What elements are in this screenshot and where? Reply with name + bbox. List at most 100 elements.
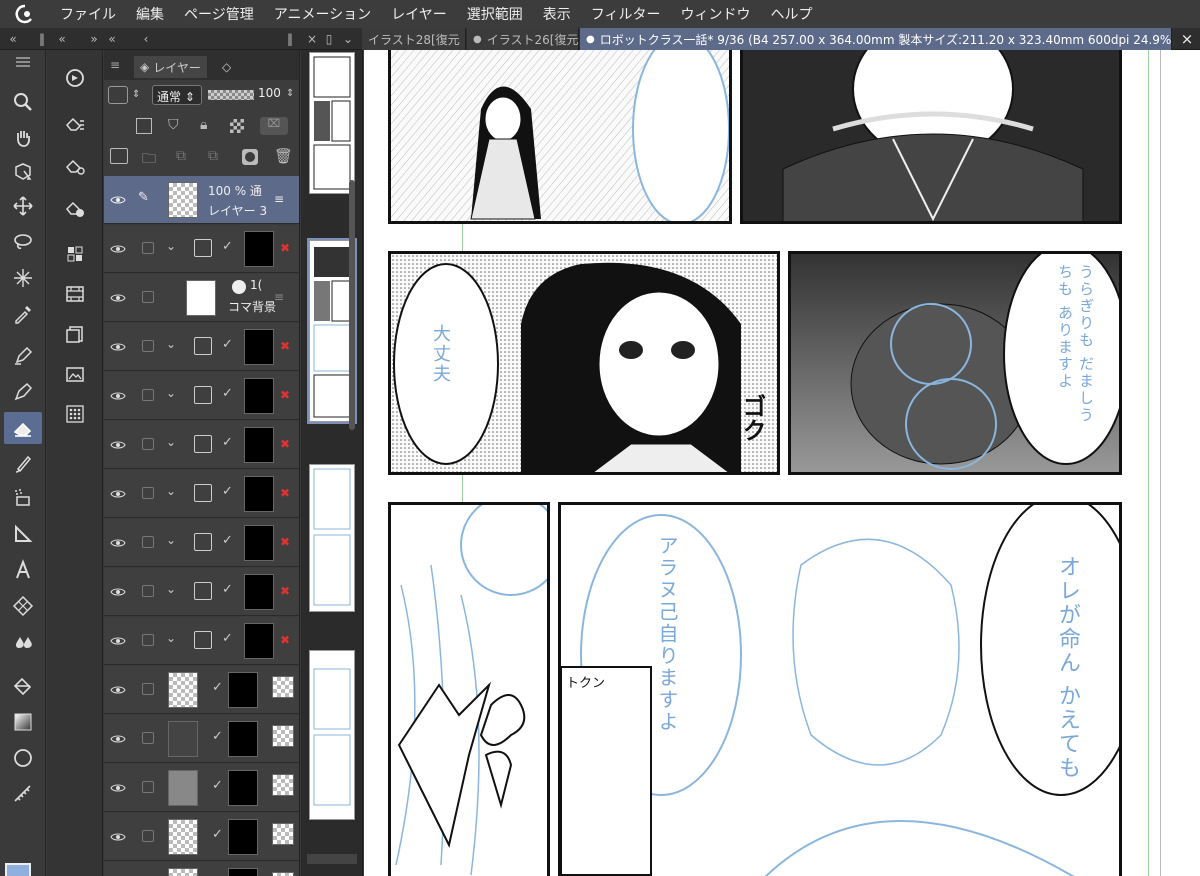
menu-help[interactable]: ヘルプ (761, 4, 823, 24)
opacity-slider[interactable] (208, 90, 254, 100)
layer-row-frame-folder[interactable]: ⌄ ✓ ✖ (104, 568, 299, 616)
eye-icon[interactable] (110, 290, 126, 306)
collapse-left-icon[interactable]: « (2, 28, 24, 50)
panel-grip-icon[interactable]: ‖ (282, 28, 298, 50)
layer-menu-icon[interactable]: ≡ (274, 192, 284, 206)
text-tool-icon[interactable] (4, 554, 42, 586)
layer-row-frame-folder[interactable]: ⌄ ✓ ✖ (104, 470, 299, 518)
menu-file[interactable]: ファイル (50, 4, 126, 24)
eraser-size-icon[interactable] (56, 192, 94, 224)
brush-tool-icon[interactable] (4, 448, 42, 480)
layer-checkbox[interactable] (142, 634, 154, 646)
page-thumbnail[interactable] (309, 52, 355, 194)
lasso-tool-icon[interactable] (4, 226, 42, 258)
pen-tool-icon[interactable] (4, 340, 42, 372)
figure-tool-icon[interactable] (4, 518, 42, 550)
expand-right-icon[interactable]: » (86, 28, 102, 50)
layer-row-frame-folder[interactable]: ⌄ ✓ ✖ (104, 225, 299, 273)
layer-menu-icon[interactable]: ≡ (274, 290, 284, 304)
thumbnail-size-slider[interactable] (307, 854, 357, 864)
main-color-swatch[interactable] (5, 863, 31, 876)
lock-transparency-icon[interactable] (230, 119, 244, 133)
eye-icon[interactable] (110, 829, 126, 845)
pencil-tool-icon[interactable] (4, 376, 42, 408)
trash-icon[interactable]: 🗑︎ (274, 147, 293, 165)
eye-icon[interactable] (110, 535, 126, 551)
layer-mask-icon[interactable] (242, 149, 258, 165)
menu-page-management[interactable]: ページ管理 (174, 4, 264, 24)
layer-row-tone[interactable] (104, 862, 299, 876)
combine-down-icon[interactable]: ⧉ (208, 148, 218, 164)
lock-icon[interactable]: 🔒︎ (200, 117, 207, 133)
ellipse-tool-icon[interactable] (4, 742, 42, 774)
menu-view[interactable]: 表示 (533, 4, 581, 24)
layer-color-button[interactable] (108, 86, 128, 104)
eraser-settings-icon[interactable] (56, 150, 94, 182)
blend-mode-select[interactable]: 通常 ⇕ (152, 85, 202, 105)
panel-menu-icon[interactable]: ≡ (110, 58, 124, 72)
chevron-down-icon[interactable]: ⌄ (166, 386, 176, 400)
menu-window[interactable]: ウィンドウ (671, 4, 761, 24)
transfer-down-icon[interactable]: ⧉ (176, 148, 186, 164)
tab-layer[interactable]: ◈ レイヤー (134, 56, 207, 78)
layer-checkbox[interactable] (142, 830, 154, 842)
eye-icon[interactable] (110, 241, 126, 257)
layer-row-tone[interactable]: ✓ (104, 666, 299, 714)
layer-row-tone[interactable]: ✓ (104, 813, 299, 861)
gradient-tool-icon[interactable] (4, 706, 42, 738)
eye-icon[interactable] (110, 192, 126, 208)
chevron-down-icon[interactable]: ⌄ (166, 435, 176, 449)
layer-row-layer3[interactable]: ✎ 100 % 通 レイヤー 3 ≡ (104, 176, 299, 224)
close-icon[interactable]: × (304, 28, 320, 50)
layer-checkbox[interactable] (142, 438, 154, 450)
chevron-down-icon[interactable]: ⌄ (166, 582, 176, 596)
mask-toggle-icon[interactable]: ⌧ (260, 117, 288, 135)
menu-layer[interactable]: レイヤー (381, 4, 457, 24)
menu-animation[interactable]: アニメーション (264, 4, 381, 24)
frame-border-tool-icon[interactable] (4, 590, 42, 622)
menu-selection[interactable]: 選択範囲 (457, 4, 533, 24)
page-scrollbar[interactable] (349, 180, 355, 430)
tab-robot-class-ep1[interactable]: ● ロボットクラス一話* 9/36 (B4 257.00 x 364.00mm … (580, 28, 1172, 50)
zoom-tool-icon[interactable] (4, 86, 42, 118)
layer-row-frame-folder[interactable]: ⌄ ✓ ✖ (104, 617, 299, 665)
eye-icon[interactable] (110, 633, 126, 649)
layer-row-frame-bg[interactable]: 1( コマ背景 ≡ (104, 274, 299, 322)
eye-icon[interactable] (110, 780, 126, 796)
auto-select-tool-icon[interactable] (4, 262, 42, 294)
eyedropper-tool-icon[interactable] (4, 298, 42, 330)
chevron-up-down-icon[interactable]: ⇕ (286, 88, 294, 99)
clip-below-icon[interactable] (136, 118, 152, 134)
move-layer-tool-icon[interactable] (4, 190, 42, 222)
layer-row-frame-folder[interactable]: ⌄ ✓ ✖ (104, 421, 299, 469)
layer-checkbox[interactable] (142, 340, 154, 352)
material-icon[interactable] (56, 358, 94, 390)
chevron-down-icon[interactable]: ⌄ (166, 631, 176, 645)
chevron-down-icon[interactable]: ⌄ (166, 239, 176, 253)
layer-checkbox[interactable] (142, 732, 154, 744)
palette-menu-icon[interactable] (4, 52, 42, 72)
blend-tool-icon[interactable] (4, 624, 42, 656)
new-raster-layer-icon[interactable] (110, 148, 128, 164)
opacity-value[interactable]: 100 (258, 86, 281, 100)
page-thumbnail[interactable] (309, 650, 355, 820)
tab-layer-property[interactable]: ◇ (216, 56, 237, 78)
reference-layer-icon[interactable]: ⛉ (168, 117, 179, 133)
chevron-down-icon[interactable]: ⌄ (166, 484, 176, 498)
eraser-tool-icon[interactable] (4, 412, 42, 444)
eye-icon[interactable] (110, 731, 126, 747)
new-folder-icon[interactable]: 🗀︎ (142, 148, 156, 172)
eye-icon[interactable] (110, 584, 126, 600)
chevron-down-icon[interactable]: ⌄ (166, 337, 176, 351)
hand-tool-icon[interactable] (4, 122, 42, 154)
close-tab-button[interactable]: × (1176, 28, 1198, 50)
tab-illust26[interactable]: ● イラスト26[復元 (467, 28, 579, 50)
layer-checkbox[interactable] (142, 242, 154, 254)
eraser-subtool-icon[interactable] (56, 108, 94, 140)
fill-tool-icon[interactable] (4, 670, 42, 702)
layer-row-tone[interactable]: ✓ (104, 764, 299, 812)
chevron-down-icon[interactable]: ⌄ (166, 533, 176, 547)
eye-icon[interactable] (110, 388, 126, 404)
object-tool-icon[interactable] (4, 156, 42, 188)
navigator-icon[interactable] (56, 62, 94, 94)
